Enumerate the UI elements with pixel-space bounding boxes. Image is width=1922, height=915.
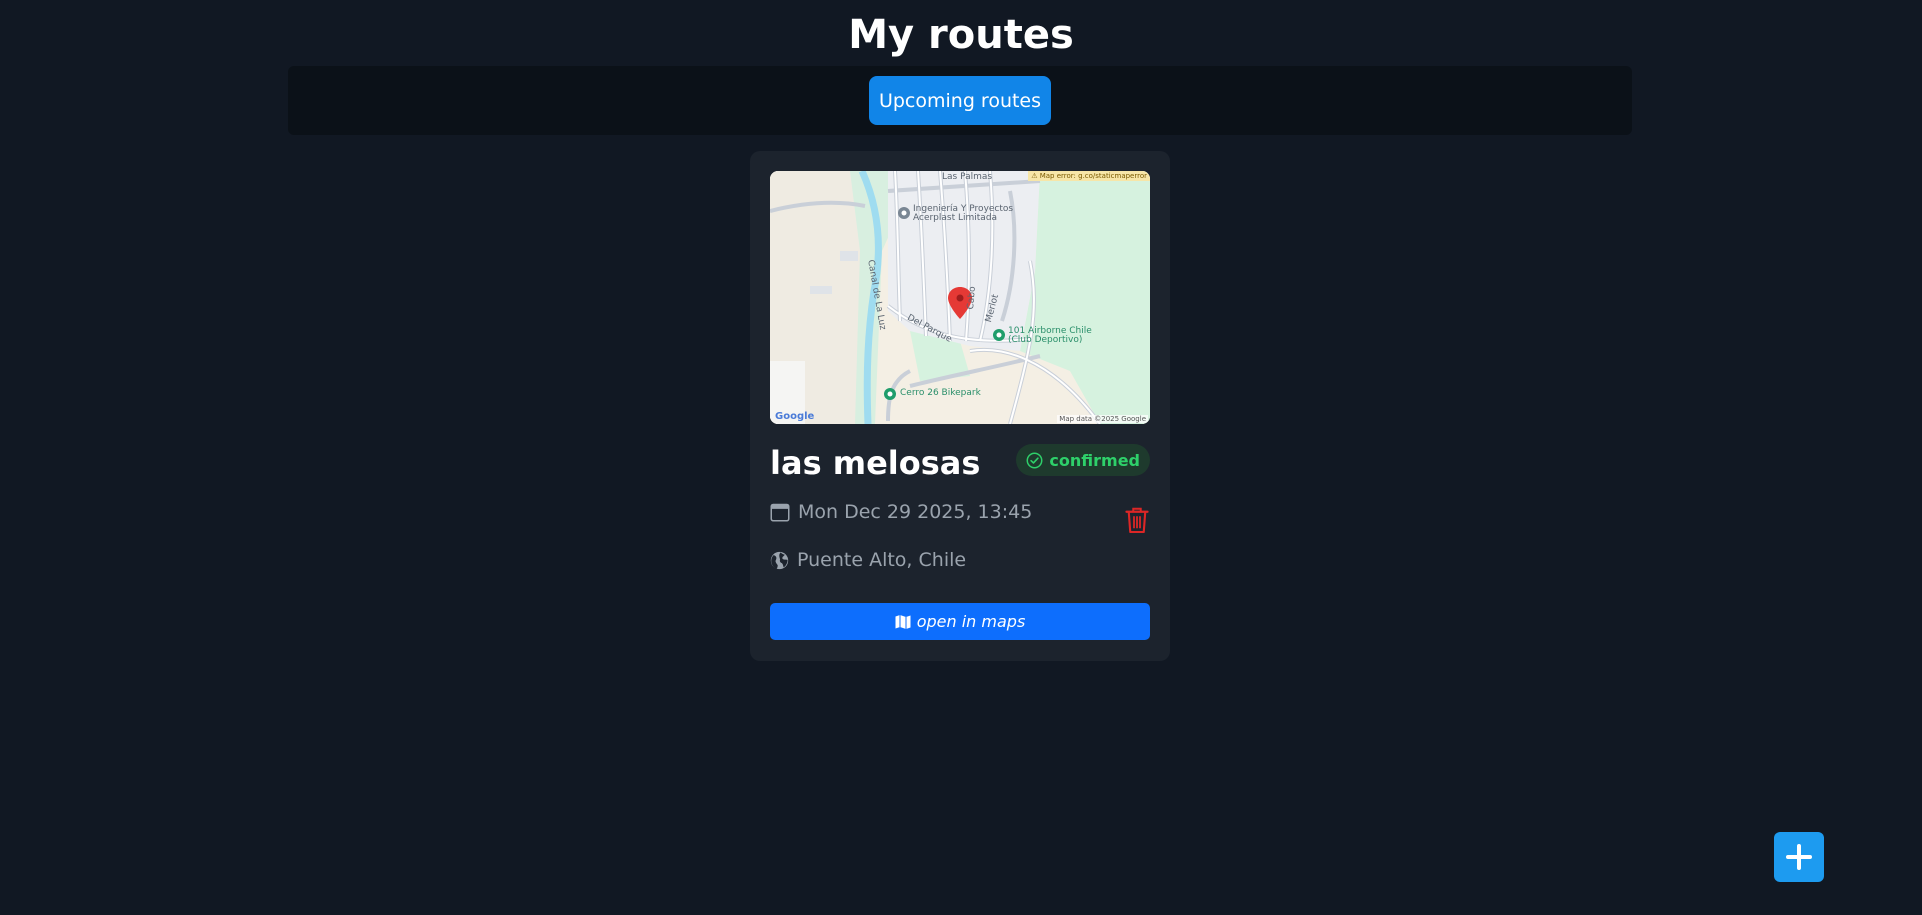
status-badge: confirmed (1016, 444, 1150, 476)
add-route-button[interactable] (1774, 832, 1824, 882)
route-location-row: Puente Alto, Chile (770, 549, 966, 571)
map-label-cabo: Cabo (966, 286, 978, 310)
open-in-maps-button[interactable]: open in maps (770, 603, 1150, 640)
calendar-icon (770, 503, 790, 522)
google-logo: Google (775, 411, 815, 422)
map-error-notice: ⚠ Map error: g.co/staticmaperror (1028, 171, 1150, 181)
route-date-row: Mon Dec 29 2025, 13:45 (770, 501, 1032, 523)
page: My routes Upcoming routes ⚠ Map error: g… (0, 0, 1922, 915)
plus-icon (1786, 844, 1812, 870)
tab-upcoming-routes[interactable]: Upcoming routes (868, 76, 1052, 125)
map-label-club-deportivo: (Club Deportivo) (1008, 335, 1083, 345)
map-label-acerplast: Acerplast Limitada (913, 213, 998, 223)
map-label-las-palmas: Las Palmas (942, 172, 993, 182)
route-location: Puente Alto, Chile (797, 549, 967, 571)
map-icon (895, 614, 911, 629)
map-label-bikepark: Cerro 26 Bikepark (900, 388, 981, 398)
delete-route-button[interactable] (1124, 506, 1150, 536)
globe-icon (770, 551, 789, 569)
status-text: confirmed (1049, 450, 1140, 470)
page-title: My routes (848, 12, 1074, 58)
route-datetime: Mon Dec 29 2025, 13:45 (798, 501, 1033, 523)
route-tabs: Upcoming routes (288, 66, 1632, 135)
open-in-maps-label: open in maps (916, 612, 1026, 631)
map-attribution: Map data ©2025 Google (1057, 415, 1148, 423)
route-map[interactable]: ⚠ Map error: g.co/staticmaperror Las Pal… (770, 171, 1150, 424)
route-card: ⚠ Map error: g.co/staticmaperror Las Pal… (750, 151, 1170, 661)
trash-icon (1125, 507, 1149, 534)
check-circle-icon (1026, 452, 1043, 468)
route-name: las melosas (770, 444, 981, 482)
